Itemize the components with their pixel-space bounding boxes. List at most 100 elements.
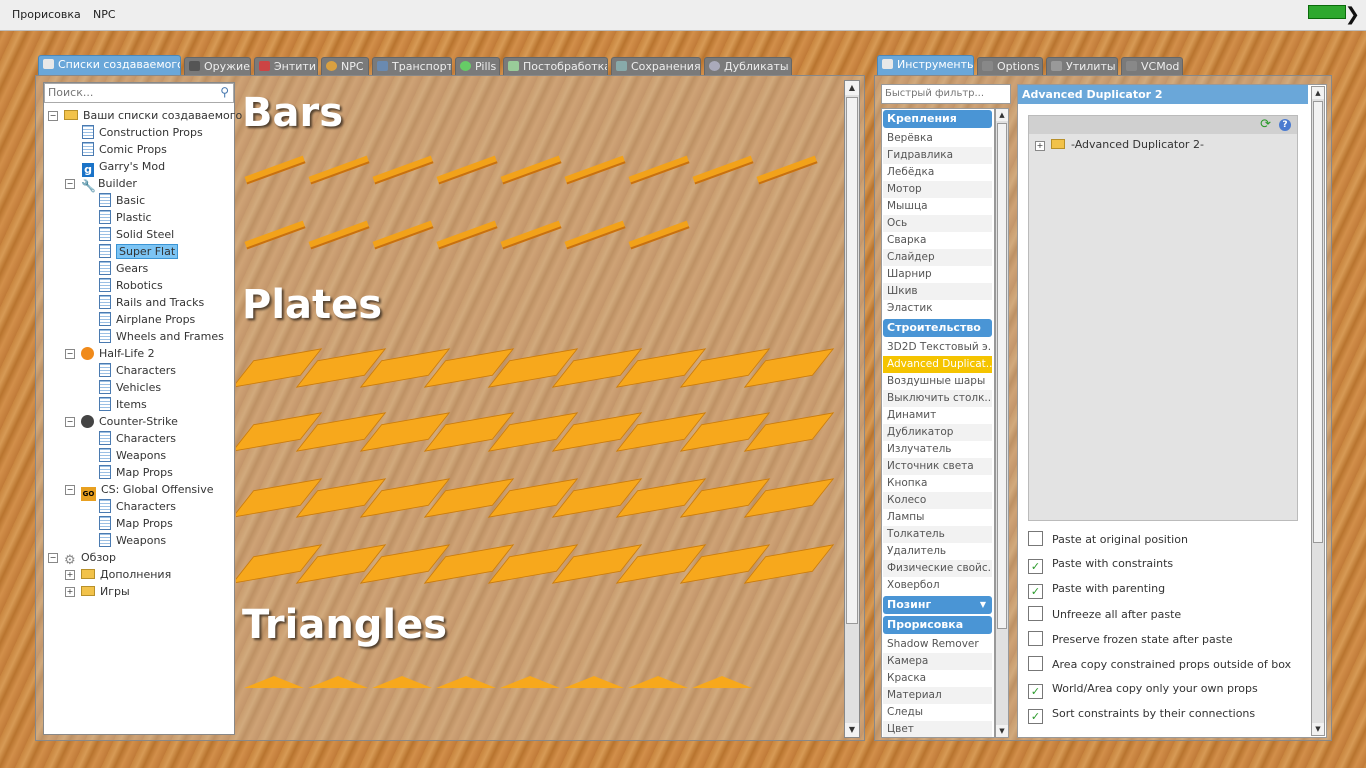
prop-icon-bar[interactable] xyxy=(628,220,690,250)
tool-item[interactable]: Shadow Remover xyxy=(883,636,992,653)
close-menu-arrow-icon[interactable]: ❯ xyxy=(1345,4,1360,25)
tree-node-solid-steel[interactable]: Solid Steel xyxy=(99,226,174,243)
tool-item[interactable]: Кнопка xyxy=(883,475,992,492)
tab-vehicles[interactable]: Транспорт xyxy=(372,57,452,75)
tab-options[interactable]: Options xyxy=(977,57,1043,75)
scroll-up-icon[interactable]: ▲ xyxy=(996,109,1008,121)
expand-icon[interactable]: + xyxy=(65,587,75,597)
dupe-root-folder[interactable]: + -Advanced Duplicator 2- xyxy=(1035,138,1204,151)
tree-node-cs-weapons[interactable]: Weapons xyxy=(99,447,166,464)
tree-node-csgo-mapprops[interactable]: Map Props xyxy=(99,515,173,532)
tree-node-comic-props[interactable]: Comic Props xyxy=(82,141,167,158)
scroll-up-icon[interactable]: ▲ xyxy=(1312,87,1324,99)
option-row[interactable]: ✓ Paste with parenting xyxy=(1028,581,1165,601)
checkbox[interactable]: ✓ xyxy=(1028,684,1043,699)
tool-item[interactable]: Материал xyxy=(883,687,992,704)
tool-item[interactable]: 3D2D Текстовый э... xyxy=(883,339,992,356)
tab-spawnlists[interactable]: Списки создаваемого xyxy=(38,55,181,76)
tool-item[interactable]: Слайдер xyxy=(883,249,992,266)
option-row[interactable]: ✓ World/Area copy only your own props xyxy=(1028,681,1258,701)
prop-icon-bar[interactable] xyxy=(308,155,370,185)
tab-pills[interactable]: Pills xyxy=(455,57,500,75)
option-row[interactable]: Unfreeze all after paste xyxy=(1028,606,1181,626)
prop-icon-bar[interactable] xyxy=(244,155,306,185)
tab-utilities[interactable]: Утилиты xyxy=(1046,57,1118,75)
option-row[interactable]: ✓ Paste with constraints xyxy=(1028,556,1173,576)
tree-node-cs[interactable]: − Counter-Strike xyxy=(65,413,178,430)
category-render[interactable]: Прорисовка xyxy=(883,616,992,634)
tab-postprocess[interactable]: Постобработка xyxy=(503,57,608,75)
prop-icon-bar[interactable] xyxy=(692,155,754,185)
checkbox[interactable]: ✓ xyxy=(1028,709,1043,724)
tree-node-cs-mapprops[interactable]: Map Props xyxy=(99,464,173,481)
tree-node-airplane[interactable]: Airplane Props xyxy=(99,311,195,328)
scroll-up-icon[interactable]: ▲ xyxy=(845,81,859,95)
tool-item[interactable]: Ховербол xyxy=(883,577,992,594)
tool-filter-input[interactable] xyxy=(882,85,1010,101)
prop-icon-triangle[interactable] xyxy=(500,676,560,688)
checkbox[interactable] xyxy=(1028,531,1043,546)
tree-node-csgo-weapons[interactable]: Weapons xyxy=(99,532,166,549)
checkbox[interactable] xyxy=(1028,656,1043,671)
tree-node-browse[interactable]: − ⚙ Обзор xyxy=(48,549,116,568)
tree-node-hl2-items[interactable]: Items xyxy=(99,396,147,413)
search-icon[interactable]: ⚲ xyxy=(220,85,229,99)
tool-item[interactable]: Сварка xyxy=(883,232,992,249)
tool-list-scrollbar[interactable]: ▲ ▼ xyxy=(995,108,1009,738)
tree-node-builder[interactable]: − 🔧 Builder xyxy=(65,175,137,193)
scroll-thumb[interactable] xyxy=(1313,101,1323,543)
prop-icon-bar[interactable] xyxy=(628,155,690,185)
checkbox[interactable] xyxy=(1028,606,1043,621)
tree-node-games[interactable]: + Игры xyxy=(65,583,130,600)
prop-icon-bar[interactable] xyxy=(372,155,434,185)
tool-item[interactable]: Мотор xyxy=(883,181,992,198)
tree-node-addons[interactable]: + Дополнения xyxy=(65,566,171,583)
checkbox[interactable] xyxy=(1028,631,1043,646)
tree-node-plastic[interactable]: Plastic xyxy=(99,209,152,226)
tab-vcmod[interactable]: VCMod xyxy=(1121,57,1183,75)
tool-item[interactable]: Лампы xyxy=(883,509,992,526)
tool-item[interactable]: Воздушные шары xyxy=(883,373,992,390)
prop-icon-triangle[interactable] xyxy=(244,676,304,688)
scroll-down-icon[interactable]: ▼ xyxy=(845,723,859,737)
tree-node-hl2-vehicles[interactable]: Vehicles xyxy=(99,379,161,396)
category-posing[interactable]: Позинг ▼ xyxy=(883,596,992,614)
tree-node-cs-characters[interactable]: Characters xyxy=(99,430,176,447)
option-row[interactable]: ✓ Sort constraints by their connections xyxy=(1028,706,1255,726)
tree-node-csgo-characters[interactable]: Characters xyxy=(99,498,176,515)
tool-item[interactable]: Шарнир xyxy=(883,266,992,283)
category-constraints[interactable]: Крепления xyxy=(883,110,992,128)
tool-item[interactable]: Цвет xyxy=(883,721,992,737)
tab-tools[interactable]: Инструменты xyxy=(877,55,974,76)
tool-item[interactable]: Дубликатор xyxy=(883,424,992,441)
control-panel-scrollbar[interactable]: ▲ ▼ xyxy=(1311,86,1325,736)
tool-item[interactable]: Следы xyxy=(883,704,992,721)
collapse-icon[interactable]: − xyxy=(65,349,75,359)
prop-icon-triangle[interactable] xyxy=(692,676,752,688)
help-icon[interactable]: ? xyxy=(1279,119,1291,131)
tool-item[interactable]: Гидравлика xyxy=(883,147,992,164)
tool-item[interactable]: Шкив xyxy=(883,283,992,300)
tool-item[interactable]: Излучатель xyxy=(883,441,992,458)
prop-icon-bar[interactable] xyxy=(500,155,562,185)
prop-icon-triangle[interactable] xyxy=(372,676,432,688)
scroll-down-icon[interactable]: ▼ xyxy=(1312,723,1324,735)
prop-icon-bar[interactable] xyxy=(372,220,434,250)
tool-item[interactable]: Эластик xyxy=(883,300,992,317)
tab-entities[interactable]: Энтити xyxy=(254,57,318,75)
prop-icon-bar[interactable] xyxy=(436,155,498,185)
tree-node-rails[interactable]: Rails and Tracks xyxy=(99,294,204,311)
prop-icon-bar[interactable] xyxy=(308,220,370,250)
tool-item[interactable]: Динамит xyxy=(883,407,992,424)
tree-node-root[interactable]: − Ваши списки создаваемого xyxy=(48,107,242,124)
category-construction[interactable]: Строительство xyxy=(883,319,992,337)
tree-node-construction-props[interactable]: Construction Props xyxy=(82,124,203,141)
collapse-icon[interactable]: − xyxy=(65,417,75,427)
menu-npc[interactable]: NPC xyxy=(93,8,116,21)
expand-icon[interactable]: + xyxy=(65,570,75,580)
tool-item[interactable]: Колесо xyxy=(883,492,992,509)
tool-item[interactable]: Выключить столк... xyxy=(883,390,992,407)
tool-item[interactable]: Ось xyxy=(883,215,992,232)
checkbox[interactable]: ✓ xyxy=(1028,559,1043,574)
option-row[interactable]: Area copy constrained props outside of b… xyxy=(1028,656,1291,676)
